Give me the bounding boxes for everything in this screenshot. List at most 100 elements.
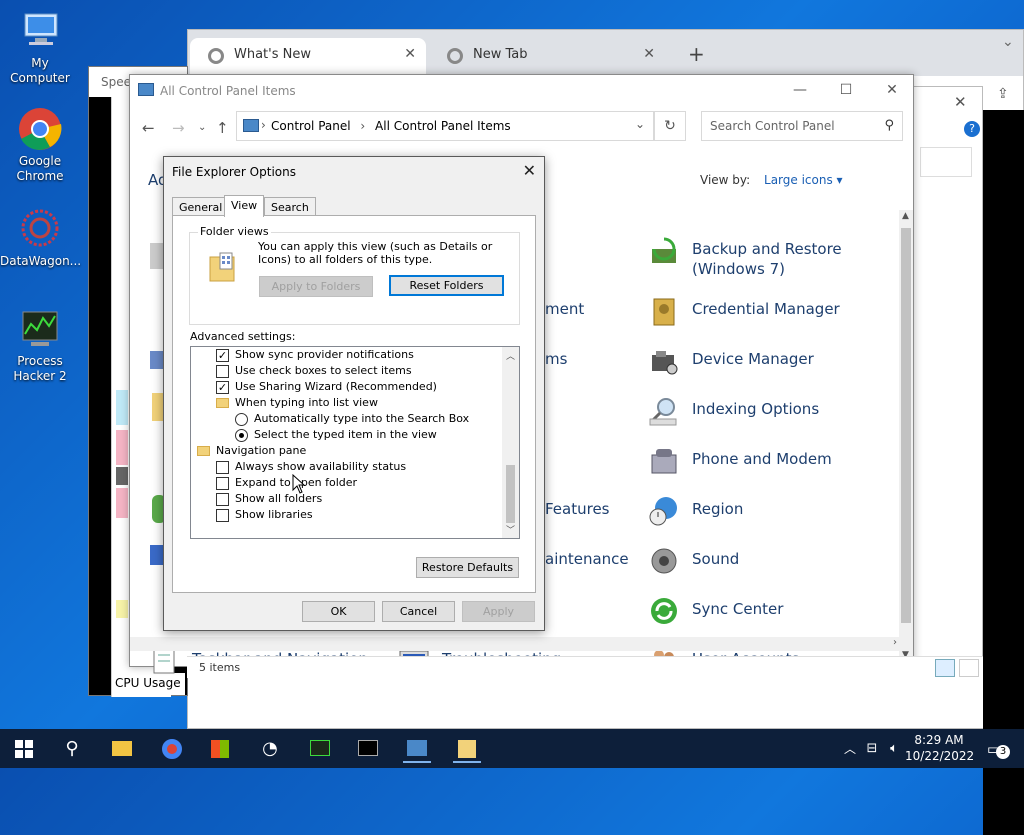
desktop-icon-datawagon[interactable]: DataWagon... bbox=[0, 206, 81, 269]
large-icons-view-icon[interactable] bbox=[959, 659, 979, 677]
close-icon[interactable]: ✕ bbox=[643, 46, 655, 62]
clock[interactable]: 8:29 AM 10/22/2022 bbox=[905, 732, 974, 764]
cp-item-partial[interactable]: aintenance bbox=[545, 549, 629, 569]
refresh-button[interactable]: ↻ bbox=[654, 111, 686, 141]
cp-item-device-manager[interactable]: Device Manager bbox=[652, 349, 814, 375]
cp-item-partial[interactable]: ms bbox=[545, 349, 567, 369]
back-arrow-icon[interactable]: ← bbox=[142, 119, 155, 137]
file-explorer-options-dialog: File Explorer Options ✕ General View Sea… bbox=[163, 156, 545, 631]
chrome-icon[interactable] bbox=[158, 735, 186, 763]
reset-folders-button[interactable]: Reset Folders bbox=[389, 275, 504, 296]
checkbox-unchecked[interactable] bbox=[216, 461, 229, 474]
close-icon[interactable]: ✕ bbox=[954, 93, 967, 111]
desktop-icon-google-chrome[interactable]: Google Chrome bbox=[0, 106, 80, 184]
control-panel-taskbar-icon[interactable] bbox=[403, 735, 431, 763]
new-tab-button[interactable]: + bbox=[688, 42, 705, 66]
scroll-down-icon[interactable]: ﹀ bbox=[506, 523, 515, 536]
folder-icon bbox=[197, 446, 210, 456]
folder-views-group: Folder views You can apply this view (su… bbox=[189, 225, 520, 325]
restore-defaults-button[interactable]: Restore Defaults bbox=[416, 557, 519, 578]
checkbox-checked[interactable]: ✓ bbox=[216, 349, 229, 362]
advanced-setting-label: Show libraries bbox=[235, 508, 313, 521]
minimize-button[interactable]: — bbox=[777, 75, 823, 105]
radio-selected[interactable] bbox=[235, 429, 248, 442]
share-icon[interactable]: ⇪ bbox=[997, 86, 1009, 102]
advanced-settings-scrollbar[interactable]: ︿ ﹀ bbox=[502, 347, 519, 538]
breadcrumb-control-panel[interactable]: Control Panel bbox=[271, 119, 351, 133]
forward-arrow-icon[interactable]: → bbox=[172, 119, 185, 137]
vertical-scrollbar[interactable]: ▲ ▼ bbox=[899, 210, 913, 666]
ok-button[interactable]: OK bbox=[302, 601, 375, 622]
tab-search[interactable]: Search bbox=[264, 197, 316, 216]
chevron-down-icon[interactable]: ⌄ bbox=[635, 117, 645, 131]
search-icon[interactable]: ⚲ bbox=[58, 735, 86, 763]
checkbox-unchecked[interactable] bbox=[216, 509, 229, 522]
store-icon[interactable] bbox=[206, 735, 234, 763]
chevron-down-icon[interactable]: ⌄ bbox=[198, 122, 206, 133]
cp-item-backup-restore[interactable]: Backup and Restore (Windows 7) bbox=[652, 237, 852, 279]
cp-item-sync-center[interactable]: Sync Center bbox=[651, 598, 783, 624]
search-input[interactable]: Search Control Panel ⚲ bbox=[701, 111, 903, 141]
notifications-icon[interactable]: ▭ 3 bbox=[980, 735, 1010, 763]
chrome-tab-new-tab[interactable]: New Tab ✕ bbox=[429, 38, 665, 76]
file-explorer-options-taskbar-icon[interactable] bbox=[453, 735, 481, 763]
folder-icon bbox=[216, 398, 229, 408]
up-arrow-icon[interactable]: ↑ bbox=[216, 119, 229, 137]
scroll-right-icon[interactable]: › bbox=[893, 637, 897, 648]
close-button[interactable]: ✕ bbox=[869, 75, 915, 105]
checkbox-unchecked[interactable] bbox=[216, 365, 229, 378]
cp-item-partial[interactable]: ment bbox=[545, 299, 584, 319]
checkbox-unchecked[interactable] bbox=[216, 477, 229, 490]
folder-views-description: You can apply this view (such as Details… bbox=[258, 240, 493, 266]
tab-view[interactable]: View bbox=[224, 195, 265, 217]
scrollbar-thumb[interactable] bbox=[901, 228, 911, 623]
radio-unselected[interactable] bbox=[235, 413, 248, 426]
scroll-up-icon[interactable]: ︿ bbox=[506, 349, 515, 362]
cancel-button[interactable]: Cancel bbox=[382, 601, 455, 622]
checkbox-checked[interactable]: ✓ bbox=[216, 381, 229, 394]
chrome-tab-whats-new[interactable]: What's New ✕ bbox=[190, 38, 426, 76]
tab-general[interactable]: General bbox=[172, 197, 230, 216]
view-by-dropdown[interactable]: Large icons ▾ bbox=[764, 173, 843, 187]
breadcrumb-all-items[interactable]: All Control Panel Items bbox=[375, 119, 511, 133]
help-icon[interactable]: ? bbox=[964, 121, 980, 137]
file-explorer-icon[interactable] bbox=[108, 735, 136, 763]
apply-to-folders-button[interactable]: Apply to Folders bbox=[259, 276, 373, 297]
desktop-icon-label: My Computer bbox=[10, 56, 70, 85]
computer-icon bbox=[17, 8, 63, 54]
cp-item-phone-modem[interactable]: Phone and Modem bbox=[651, 449, 832, 474]
scroll-up-icon[interactable]: ▲ bbox=[902, 211, 909, 221]
desktop-icon-process-hacker[interactable]: Process Hacker 2 bbox=[0, 306, 80, 384]
speed-gauge-icon[interactable]: ◔ bbox=[256, 735, 284, 763]
horizontal-scrollbar[interactable]: › bbox=[130, 637, 913, 651]
advanced-settings-list[interactable]: ✓ Show sync provider notifications Use che… bbox=[190, 346, 520, 539]
scrollbar-thumb[interactable] bbox=[506, 465, 515, 523]
breadcrumb-separator-icon: › bbox=[261, 118, 266, 132]
advanced-setting-label: Show sync provider notifications bbox=[235, 348, 414, 361]
checkbox-unchecked[interactable] bbox=[216, 493, 229, 506]
terminal-icon[interactable] bbox=[354, 735, 382, 763]
notification-count: 3 bbox=[996, 745, 1010, 759]
chevron-down-icon[interactable]: ⌄ bbox=[1002, 34, 1014, 50]
dark-background-region bbox=[983, 110, 1024, 835]
cp-item-sound[interactable]: Sound bbox=[651, 548, 739, 574]
process-hacker-icon[interactable] bbox=[306, 735, 334, 763]
cp-item-partial[interactable]: Features bbox=[545, 499, 610, 519]
cp-item-indexing-options[interactable]: Indexing Options bbox=[649, 398, 819, 426]
address-bar[interactable]: › Control Panel › All Control Panel Item… bbox=[236, 111, 654, 141]
close-button[interactable]: ✕ bbox=[523, 161, 536, 180]
volume-icon[interactable]: 🔈︎ bbox=[880, 735, 908, 763]
background-search-box[interactable] bbox=[920, 147, 972, 177]
details-view-icon[interactable] bbox=[935, 659, 955, 677]
apply-button[interactable]: Apply bbox=[462, 601, 535, 622]
credential-icon bbox=[653, 298, 675, 326]
close-icon[interactable]: ✕ bbox=[404, 46, 416, 62]
maximize-button[interactable]: ☐ bbox=[823, 75, 869, 105]
status-bar: 5 items bbox=[187, 656, 983, 678]
advanced-setting-label: Navigation pane bbox=[216, 444, 307, 457]
taskbar: ⚲ ◔ ︿ ⊟ 🔈︎ 8:29 AM 10/22/2022 ▭ 3 bbox=[0, 729, 1024, 768]
cp-item-region[interactable]: Region bbox=[649, 497, 743, 526]
start-button[interactable] bbox=[10, 735, 38, 763]
desktop-icon-my-computer[interactable]: My Computer bbox=[0, 8, 80, 86]
cp-item-credential-manager[interactable]: Credential Manager bbox=[653, 298, 840, 326]
